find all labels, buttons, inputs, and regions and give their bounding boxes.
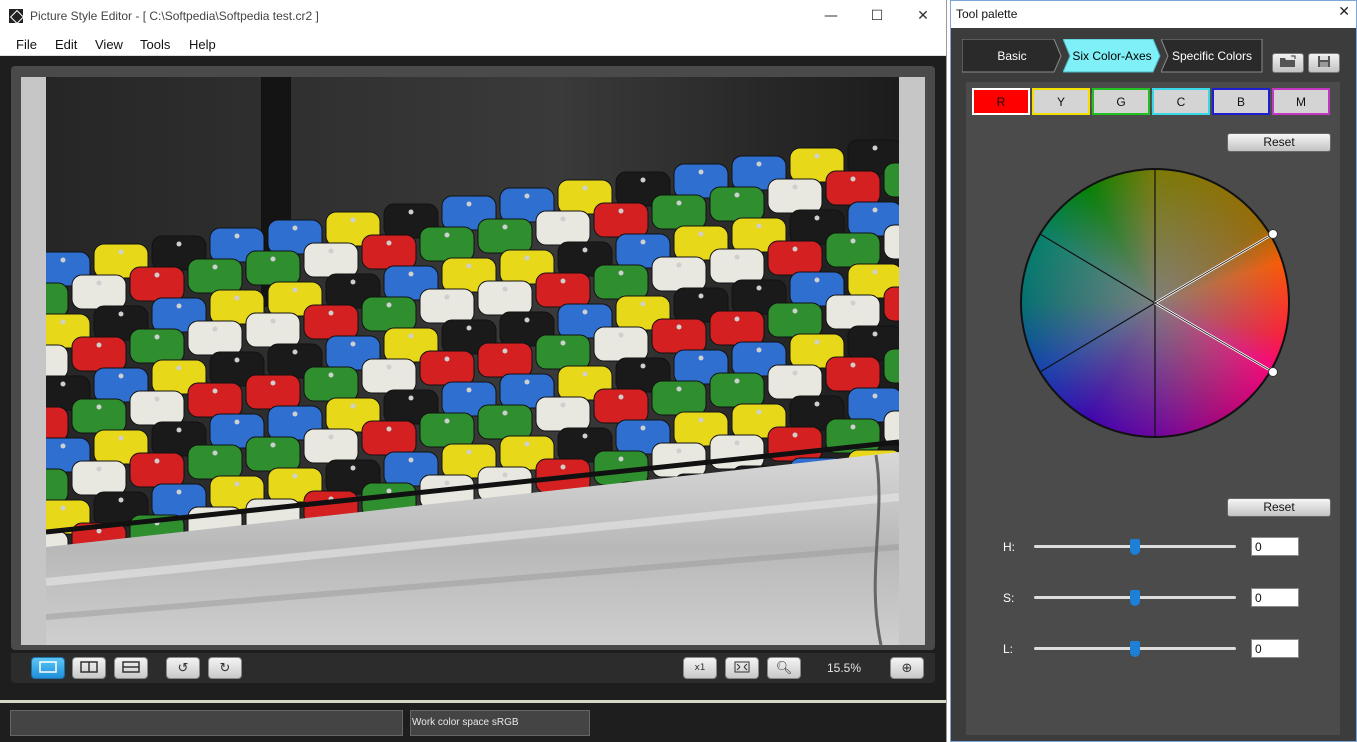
hue-range-handle-bottom[interactable]: [1268, 367, 1278, 377]
close-button[interactable]: ✕: [900, 0, 946, 32]
saturation-slider-thumb[interactable]: [1130, 590, 1140, 606]
rotate-right-icon: ↻: [219, 660, 231, 676]
save-file-button[interactable]: [1308, 53, 1340, 73]
axis-red-button[interactable]: R: [972, 88, 1030, 115]
palette-titlebar: Tool palette ✕: [951, 1, 1356, 28]
status-field: [10, 710, 403, 736]
single-view-button[interactable]: [31, 657, 65, 679]
tab-label: Six Color-Axes: [1072, 49, 1152, 63]
tab-basic[interactable]: Basic: [962, 39, 1062, 73]
fit-screen-icon: [734, 661, 750, 676]
luminosity-label: L:: [1003, 642, 1014, 656]
tool-palette-window: Tool palette ✕ Basic Six Color-Axes Spec…: [950, 0, 1357, 742]
menu-tools[interactable]: Tools: [140, 37, 170, 52]
actual-size-icon: x1: [694, 662, 706, 673]
menu-view[interactable]: View: [95, 37, 123, 52]
folder-icon: [1279, 55, 1297, 71]
menu-bar: File Edit View Tools Help: [0, 32, 946, 56]
axis-label: R: [996, 94, 1006, 109]
split-view-button[interactable]: [72, 657, 106, 679]
reset-axes-button[interactable]: Reset: [1227, 133, 1331, 152]
zoom-in-icon: ⊕: [901, 660, 913, 676]
tab-label: Specific Colors: [1171, 49, 1253, 63]
hue-value-input[interactable]: 0: [1251, 537, 1299, 556]
axis-yellow-button[interactable]: Y: [1032, 88, 1090, 115]
rotate-left-icon: ↺: [177, 660, 189, 676]
zoom-in-button[interactable]: ⊕: [890, 657, 924, 679]
zoom-out-icon: 🔍︎: [775, 660, 793, 676]
zoom-level: 15.5%: [827, 661, 862, 675]
save-icon: [1317, 55, 1331, 71]
tab-specific-colors[interactable]: Specific Colors: [1161, 39, 1263, 73]
luminosity-value-input[interactable]: 0: [1251, 639, 1299, 658]
minimize-button[interactable]: —: [808, 0, 854, 32]
main-window: Picture Style Editor - [ C:\Softpedia\So…: [0, 0, 947, 742]
palette-close-button[interactable]: ✕: [1338, 4, 1350, 20]
axis-label: C: [1176, 94, 1186, 109]
menu-file[interactable]: File: [16, 37, 37, 52]
color-wheel[interactable]: [1020, 168, 1290, 438]
palette-title: Tool palette: [956, 7, 1018, 21]
menu-help[interactable]: Help: [189, 37, 216, 52]
maximize-button[interactable]: ☐: [854, 0, 900, 32]
luminosity-slider-thumb[interactable]: [1130, 641, 1140, 657]
hue-range-handle-top[interactable]: [1268, 229, 1278, 239]
saturation-label: S:: [1003, 591, 1015, 605]
split-view-icon: [80, 660, 98, 676]
rotate-right-button[interactable]: ↻: [208, 657, 242, 679]
axis-green-button[interactable]: G: [1092, 88, 1150, 115]
axis-label: Y: [1056, 94, 1065, 109]
reset-sliders-button[interactable]: Reset: [1227, 498, 1331, 517]
stadium-seats-photo[interactable]: [46, 77, 899, 645]
split-horizontal-icon: [122, 660, 140, 676]
menu-edit[interactable]: Edit: [55, 37, 77, 52]
color-space-status: Work color space sRGB: [410, 710, 590, 736]
hue-label: H:: [1003, 540, 1015, 554]
window-title: Picture Style Editor - [ C:\Softpedia\So…: [30, 9, 319, 23]
actual-size-button[interactable]: x1: [683, 657, 717, 679]
tab-six-color-axes[interactable]: Six Color-Axes: [1063, 39, 1161, 73]
status-separator: [0, 700, 946, 703]
axis-cyan-button[interactable]: C: [1152, 88, 1210, 115]
hue-slider-thumb[interactable]: [1130, 539, 1140, 555]
axis-label: B: [1236, 94, 1245, 109]
rotate-left-button[interactable]: ↺: [166, 657, 200, 679]
six-color-axes-panel: SOFTPEDIA R Y G C B M Reset: [966, 82, 1340, 735]
split-horizontal-button[interactable]: [114, 657, 148, 679]
axis-label: G: [1116, 94, 1126, 109]
axis-blue-button[interactable]: B: [1212, 88, 1270, 115]
zoom-out-button[interactable]: 🔍︎: [767, 657, 801, 679]
axis-magenta-button[interactable]: M: [1272, 88, 1330, 115]
fit-screen-button[interactable]: [725, 657, 759, 679]
axis-label: M: [1296, 94, 1306, 109]
color-wheel-axes: [1039, 169, 1278, 437]
app-icon: [9, 9, 23, 23]
photo-drawing: [46, 77, 899, 645]
main-titlebar: Picture Style Editor - [ C:\Softpedia\So…: [0, 0, 946, 32]
saturation-value-input[interactable]: 0: [1251, 588, 1299, 607]
view-toolbar: ↺ ↻ x1 🔍︎ 15.5% ⊕: [11, 653, 935, 683]
tab-label: Basic: [997, 49, 1027, 63]
open-file-button[interactable]: [1272, 53, 1304, 73]
single-view-icon: [39, 660, 57, 676]
